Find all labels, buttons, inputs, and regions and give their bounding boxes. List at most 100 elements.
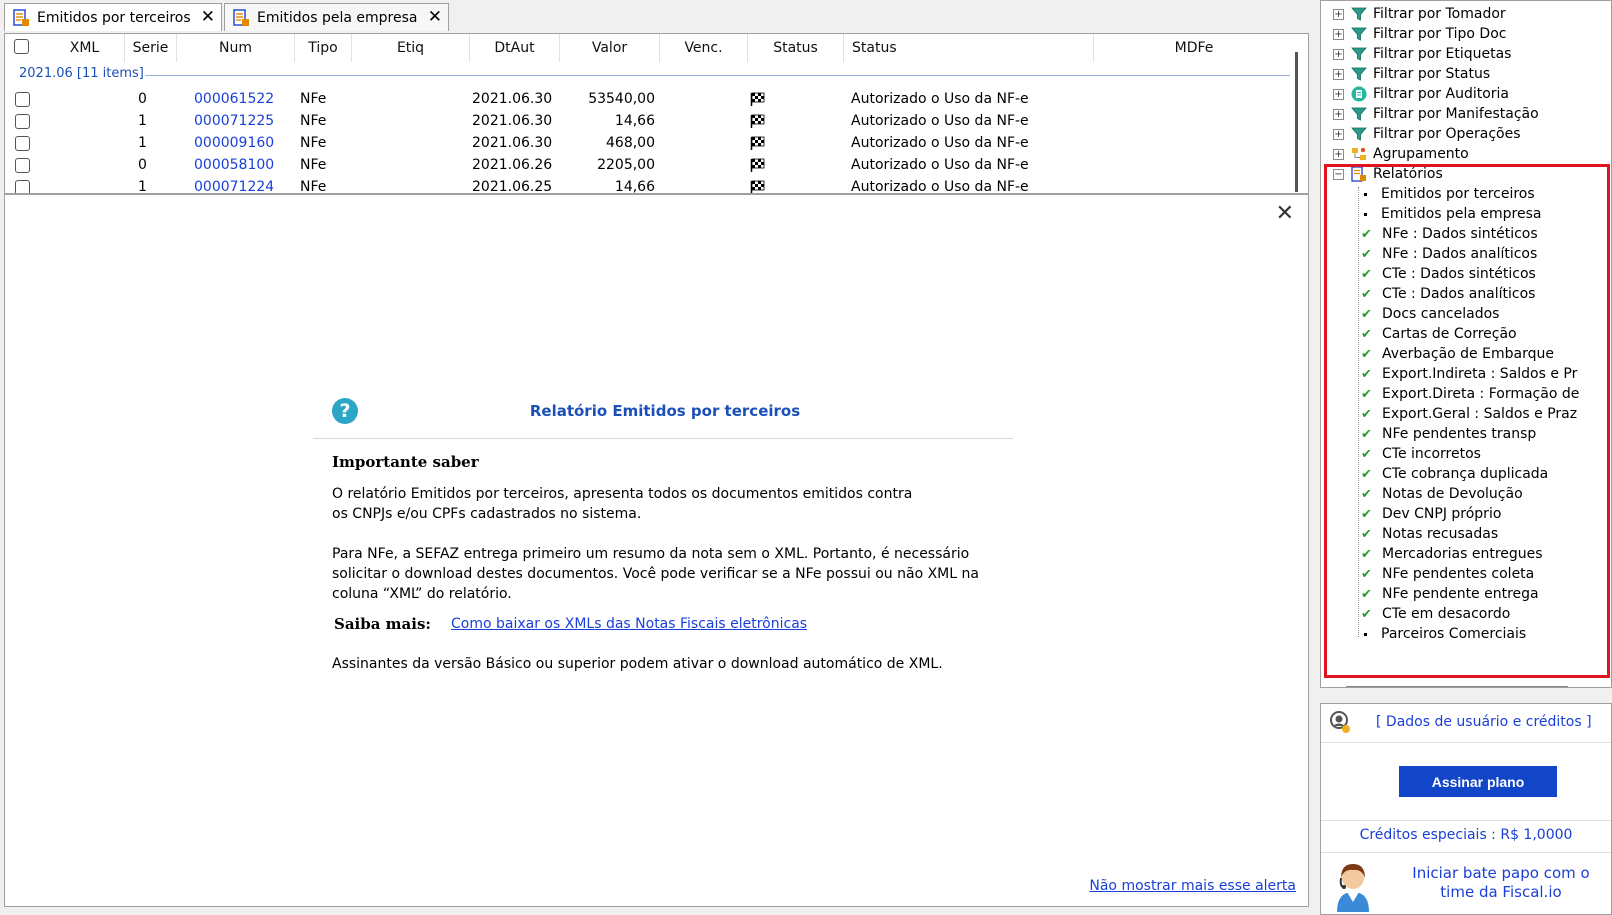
cell-serie: 0 (138, 157, 147, 173)
tree-item-filtrar-auditoria[interactable]: + Filtrar por Auditoria (1333, 84, 1509, 104)
report-item[interactable]: ✔ CTe : Dados analíticos (1359, 284, 1535, 304)
report-item[interactable]: ✔ Export.Indireta : Saldos e Pr (1359, 364, 1577, 384)
expand-icon[interactable]: + (1333, 148, 1344, 160)
row-checkbox[interactable] (15, 158, 30, 173)
report-item[interactable]: ✔ NFe pendentes transp (1359, 424, 1536, 444)
column-header-valor[interactable]: Valor (560, 34, 660, 62)
tree-scrollbar[interactable] (1346, 686, 1568, 687)
dont-show-again-link[interactable]: Não mostrar mais esse alerta (1089, 878, 1296, 894)
table-row[interactable]: 1 000009160 NFe 2021.06.30 468,00 Autori… (5, 133, 1295, 155)
report-item[interactable]: ✔ CTe incorretos (1359, 444, 1481, 464)
subscribe-button[interactable]: Assinar plano (1399, 766, 1557, 797)
tab-emitidos-terceiros[interactable]: Emitidos por terceiros ✕ (4, 3, 222, 31)
cell-num[interactable]: 000071224 (194, 179, 274, 193)
report-item[interactable]: ✔ Dev CNPJ próprio (1359, 504, 1501, 524)
expand-icon[interactable]: + (1333, 108, 1344, 120)
column-header-status-icon[interactable]: Status (748, 34, 844, 62)
tree-item-filtrar-manifestacao[interactable]: + Filtrar por Manifestação (1333, 104, 1539, 124)
row-checkbox[interactable] (15, 180, 30, 193)
check-icon: ✔ (1361, 486, 1372, 502)
tree-item-filtrar-tomador[interactable]: + Filtrar por Tomador (1333, 4, 1506, 24)
tree-item-filtrar-operacoes[interactable]: + Filtrar por Operações (1333, 124, 1521, 144)
report-item-label: Cartas de Correção (1382, 326, 1517, 342)
report-item[interactable]: ✔ Mercadorias entregues (1359, 544, 1543, 564)
funnel-icon (1351, 7, 1367, 21)
close-icon[interactable]: ✕ (1276, 203, 1294, 225)
cell-status: Autorizado o Uso da NF-e (851, 157, 1029, 173)
cell-num[interactable]: 000071225 (194, 113, 274, 129)
report-item[interactable]: ✔ NFe : Dados analíticos (1359, 244, 1537, 264)
table-row[interactable]: 1 000071224 NFe 2021.06.25 14,66 Autoriz… (5, 177, 1295, 193)
cell-serie: 0 (138, 91, 147, 107)
tree-item-label: Filtrar por Manifestação (1373, 106, 1539, 122)
tree-item-filtrar-status[interactable]: + Filtrar por Status (1333, 64, 1490, 84)
report-item-label: Emitidos pela empresa (1381, 206, 1542, 222)
report-item-label: Averbação de Embarque (1382, 346, 1554, 362)
cell-num[interactable]: 000009160 (194, 135, 274, 151)
report-item[interactable]: ✔ Averbação de Embarque (1359, 344, 1554, 364)
report-item[interactable]: ✔ CTe cobrança duplicada (1359, 464, 1548, 484)
column-header-serie[interactable]: Serie (125, 34, 177, 62)
report-item[interactable]: ✔ NFe : Dados sintéticos (1359, 224, 1538, 244)
report-item[interactable]: Emitidos pela empresa (1359, 204, 1541, 224)
report-item[interactable]: Parceiros Comerciais (1359, 624, 1526, 644)
cell-tipo: NFe (300, 113, 327, 129)
alert-divider (313, 438, 1013, 439)
funnel-icon (1351, 47, 1367, 61)
row-checkbox[interactable] (15, 136, 30, 151)
report-item[interactable]: ✔ NFe pendente entrega (1359, 584, 1539, 604)
table-row[interactable]: 1 000071225 NFe 2021.06.30 14,66 Autoriz… (5, 111, 1295, 133)
expand-icon[interactable]: + (1333, 68, 1344, 80)
expand-icon[interactable]: + (1333, 128, 1344, 140)
report-item[interactable]: ✔ Cartas de Correção (1359, 324, 1517, 344)
report-item[interactable]: ✔ Export.Direta : Formação de (1359, 384, 1579, 404)
select-all-checkbox[interactable] (14, 39, 29, 54)
tree-item-filtrar-etiquetas[interactable]: + Filtrar por Etiquetas (1333, 44, 1511, 64)
tree-item-label: Filtrar por Auditoria (1373, 86, 1510, 102)
column-header-num[interactable]: Num (177, 34, 295, 62)
saiba-mais-link[interactable]: Como baixar os XMLs das Notas Fiscais el… (451, 616, 807, 632)
group-header[interactable]: 2021.06 [11 items] (19, 66, 144, 86)
tree-item-filtrar-tipo-doc[interactable]: + Filtrar por Tipo Doc (1333, 24, 1506, 44)
tree-item-relatorios[interactable]: − Relatórios (1333, 164, 1443, 184)
report-item[interactable]: Emitidos por terceiros (1359, 184, 1535, 204)
report-item[interactable]: ✔ Notas recusadas (1359, 524, 1498, 544)
grid-scrollbar[interactable] (1295, 52, 1298, 192)
user-credits-link[interactable]: [ Dados de usuário e créditos ] (1376, 714, 1592, 730)
report-item[interactable]: ✔ CTe : Dados sintéticos (1359, 264, 1536, 284)
close-icon[interactable]: ✕ (201, 8, 215, 26)
alert-title: Relatório Emitidos por terceiros (529, 402, 801, 420)
tab-emitidos-empresa[interactable]: Emitidos pela empresa ✕ (224, 3, 449, 31)
column-header-etiq[interactable]: Etiq (352, 34, 470, 62)
tree-item-agrupamento[interactable]: + Agrupamento (1333, 144, 1469, 164)
report-item[interactable]: ✔ Docs cancelados (1359, 304, 1499, 324)
column-header-dtaut[interactable]: DtAut (470, 34, 560, 62)
row-checkbox[interactable] (15, 92, 30, 107)
table-row[interactable]: 0 000058100 NFe 2021.06.26 2205,00 Autor… (5, 155, 1295, 177)
cell-num[interactable]: 000061522 (194, 91, 274, 107)
expand-icon[interactable]: + (1333, 8, 1344, 20)
column-header-mdfe[interactable]: MDFe (1094, 34, 1294, 62)
column-header-status[interactable]: Status (844, 34, 1094, 62)
expand-icon[interactable]: + (1333, 48, 1344, 60)
close-icon[interactable]: ✕ (428, 8, 442, 26)
table-row[interactable]: 0 000061522 NFe 2021.06.30 53540,00 Auto… (5, 89, 1295, 111)
column-header-tipo[interactable]: Tipo (295, 34, 352, 62)
report-item[interactable]: ✔ CTe em desacordo (1359, 604, 1510, 624)
column-header-venc[interactable]: Venc. (660, 34, 748, 62)
report-item[interactable]: ✔ Export.Geral : Saldos e Praz (1359, 404, 1577, 424)
report-item[interactable]: ✔ Notas de Devolução (1359, 484, 1523, 504)
check-icon: ✔ (1361, 506, 1372, 522)
column-header-xml[interactable]: XML (45, 34, 125, 62)
report-item-label: CTe : Dados analíticos (1382, 286, 1536, 302)
expand-icon[interactable]: + (1333, 88, 1344, 100)
cell-num[interactable]: 000058100 (194, 157, 274, 173)
report-item[interactable]: ✔ NFe pendentes coleta (1359, 564, 1534, 584)
expand-icon[interactable]: + (1333, 28, 1344, 40)
start-chat-link[interactable]: Iniciar bate papo com o time da Fiscal.i… (1401, 864, 1601, 902)
check-icon: ✔ (1361, 306, 1372, 322)
checkered-flag-icon (750, 180, 765, 193)
collapse-icon[interactable]: − (1333, 168, 1344, 180)
report-item-label: Export.Direta : Formação de (1382, 386, 1580, 402)
row-checkbox[interactable] (15, 114, 30, 129)
